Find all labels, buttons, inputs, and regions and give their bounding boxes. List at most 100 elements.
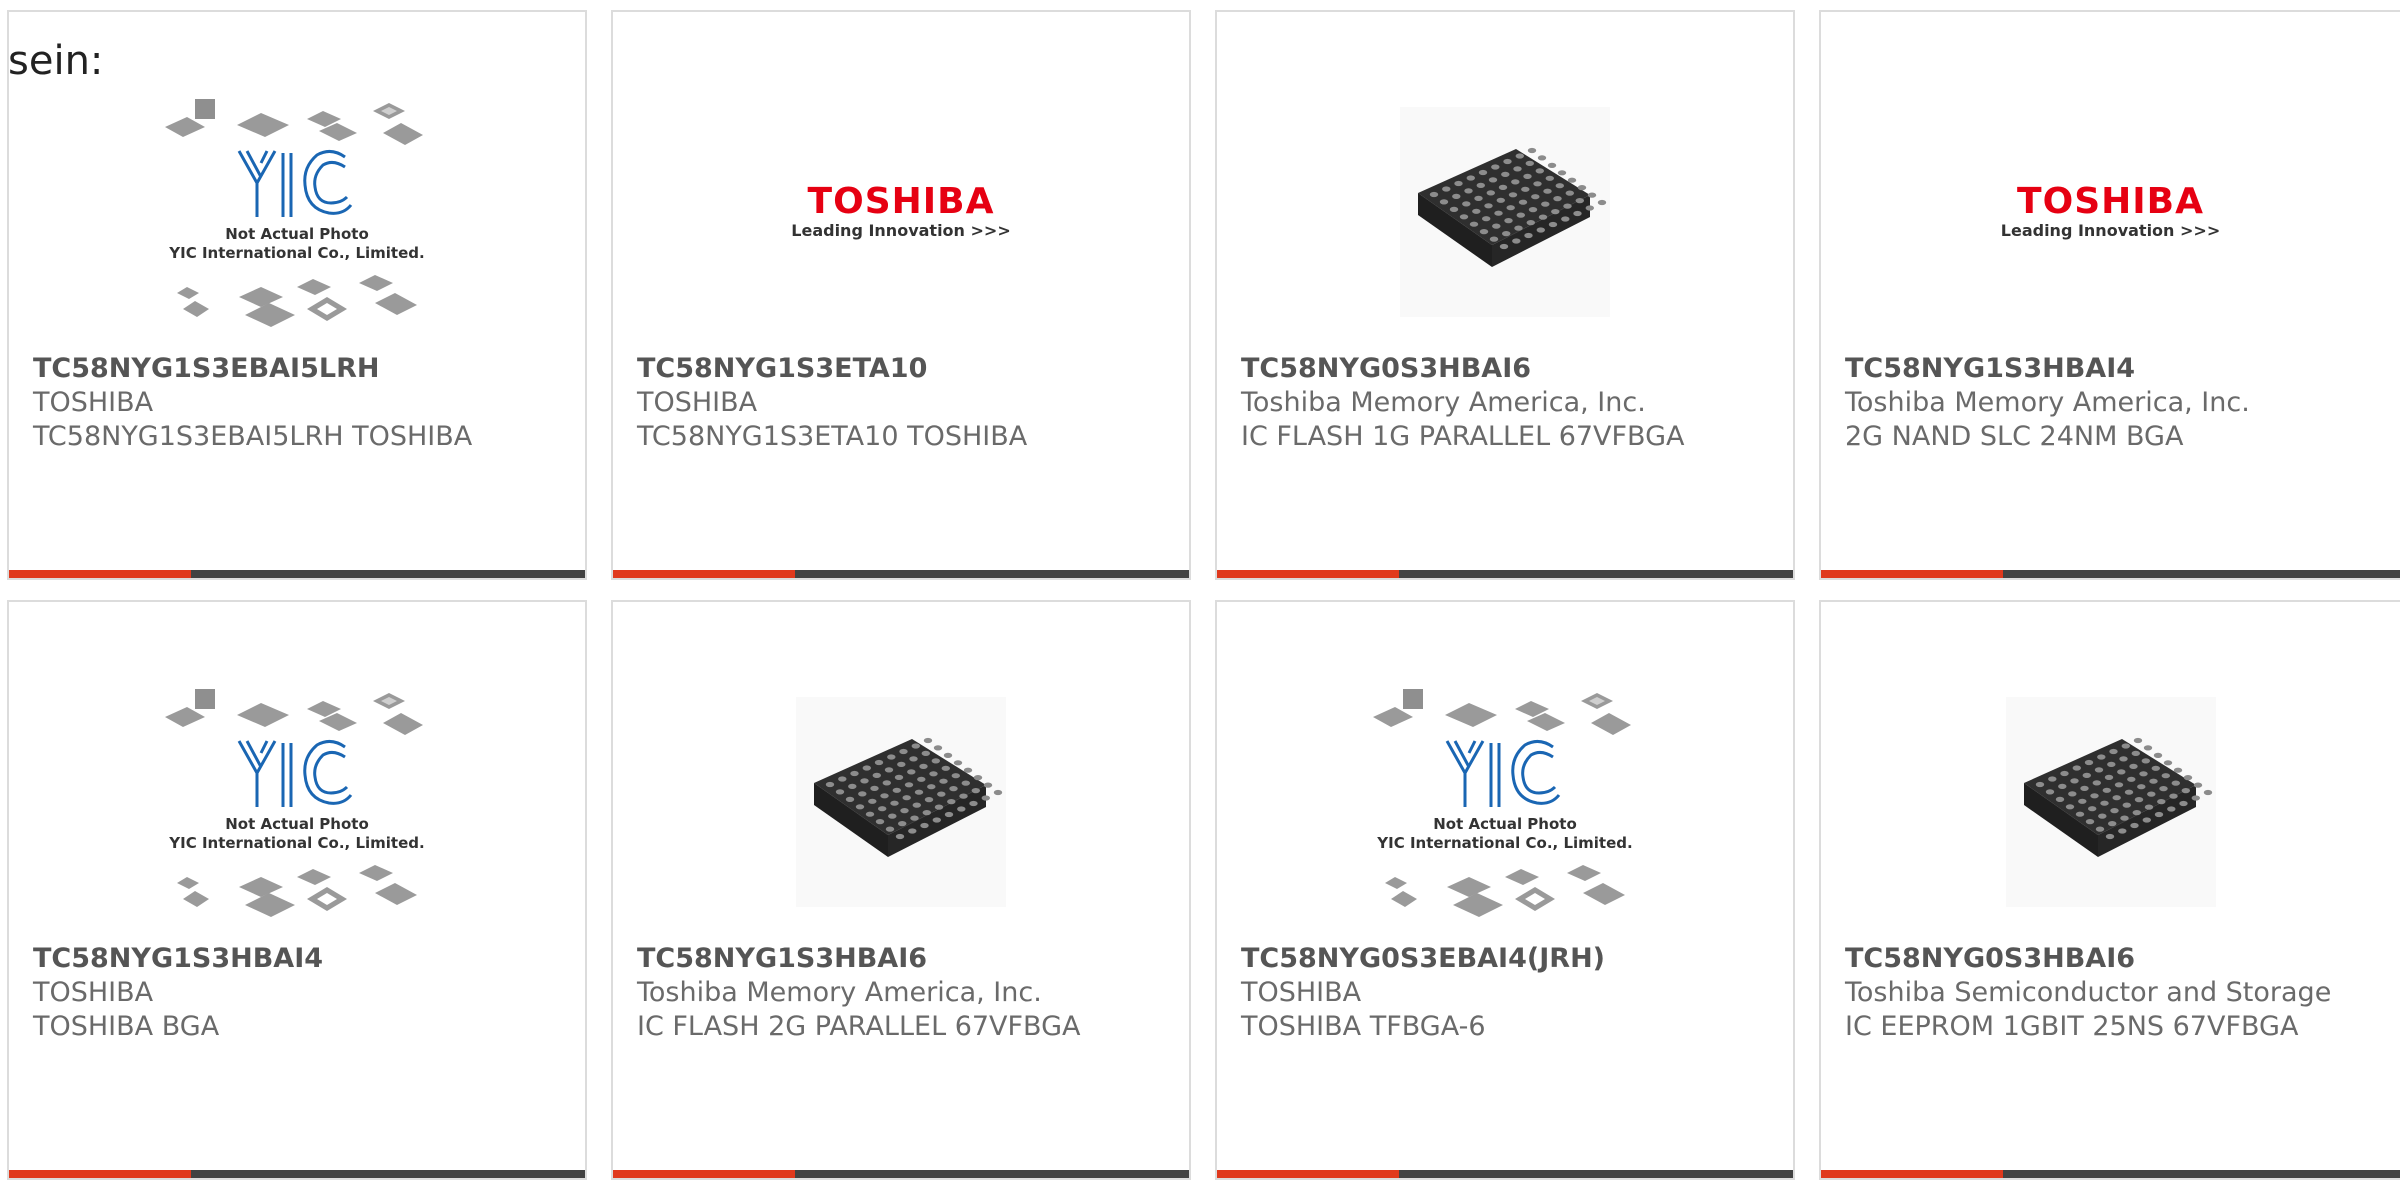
solder-ball [1491, 164, 1500, 170]
solder-ball [2193, 782, 2202, 788]
solder-ball [2085, 819, 2094, 825]
placeholder-caption-line1: Not Actual Photo [225, 225, 369, 243]
product-manufacturer: TOSHIBA [637, 387, 758, 418]
solder-ball [897, 761, 906, 767]
product-part-number[interactable]: TC58NYG1S3HBAI6 [637, 942, 1169, 976]
placeholder-caption-line2: YIC International Co., Limited. [1376, 834, 1632, 852]
solder-ball [2163, 760, 2172, 766]
intro-text: sein: [8, 38, 104, 84]
product-image[interactable]: TOSHIBA Leading Innovation >>> [1821, 67, 2400, 357]
product-image[interactable] [613, 657, 1189, 947]
solder-ball [1567, 177, 1577, 183]
solder-ball [2082, 772, 2091, 778]
card-bottom-bar [1217, 1170, 1793, 1178]
solder-ball [1516, 212, 1525, 218]
product-image[interactable]: Not Actual Photo YIC International Co., … [1217, 657, 1793, 947]
solder-ball [1502, 231, 1511, 237]
product-info: TC58NYG1S3EBAI5LRH TOSHIBA TC58NYG1S3EBAI5… [33, 352, 565, 454]
solder-ball [1479, 229, 1489, 235]
product-image[interactable]: Not Actual Photo YIC International Co., … [9, 657, 585, 947]
product-part-number[interactable]: TC58NYG1S3HBAI4 [33, 942, 565, 976]
solder-ball [880, 793, 889, 799]
solder-ball [1503, 158, 1512, 165]
solder-ball [2097, 813, 2106, 819]
solder-ball [884, 767, 894, 773]
solder-ball [1563, 203, 1572, 209]
solder-ball [914, 789, 924, 795]
solder-ball [895, 833, 905, 840]
solder-ball [2154, 811, 2163, 818]
solder-ball [872, 772, 881, 778]
product-part-number[interactable]: TC58NYG0S3EBAI4(JRH) [1241, 942, 1773, 976]
solder-ball [983, 782, 993, 788]
solder-ball [1472, 208, 1481, 214]
product-description: TC58NYG1S3ETA10 TOSHIBA [637, 421, 1028, 452]
product-card[interactable]: TC58NYG1S3HBAI6 Toshiba Memory America, I… [611, 600, 1191, 1180]
product-card[interactable]: TC58NYG0S3HBAI6 Toshiba Memory America, I… [1215, 10, 1795, 580]
product-card[interactable]: Not Actual Photo YIC International Co., … [7, 600, 587, 1180]
solder-ball [894, 774, 904, 780]
solder-ball [2136, 784, 2145, 790]
solder-ball [1527, 147, 1537, 154]
product-card[interactable]: Not Actual Photo YIC International Co., … [1215, 600, 1795, 1180]
solder-ball [957, 806, 966, 812]
product-manufacturer: Toshiba Memory America, Inc. [1845, 387, 2250, 418]
solder-ball [2168, 793, 2178, 799]
product-description: IC FLASH 2G PARALLEL 67VFBGA [637, 1011, 1081, 1042]
solder-ball [2065, 804, 2074, 810]
solder-ball [1531, 194, 1540, 200]
solder-ball [1538, 214, 1548, 220]
solder-ball [2112, 795, 2121, 801]
product-part-number[interactable]: TC58NYG1S3ETA10 [637, 352, 1169, 386]
solder-ball [907, 769, 916, 775]
solder-ball [2102, 787, 2111, 793]
yic-placeholder-image: Not Actual Photo YIC International Co., … [1373, 689, 1633, 917]
card-accent-bar [613, 570, 795, 578]
solder-ball [924, 797, 934, 803]
product-image[interactable]: TOSHIBA Leading Innovation >>> [613, 67, 1189, 357]
solder-ball [1496, 197, 1505, 203]
solder-ball [2117, 828, 2126, 834]
solder-ball [931, 758, 940, 764]
product-image[interactable] [1217, 67, 1793, 357]
solder-ball [2148, 778, 2158, 784]
yic-placeholder-image: Not Actual Photo YIC International Co., … [165, 689, 425, 917]
solder-ball [875, 819, 885, 825]
product-part-number[interactable]: TC58NYG1S3EBAI5LRH [33, 352, 565, 386]
product-description: IC EEPROM 1GBIT 25NS 67VFBGA [1845, 1011, 2299, 1042]
product-card[interactable]: TOSHIBA Leading Innovation >>> TC58NYG1S… [1819, 10, 2400, 580]
solder-ball [2094, 767, 2103, 773]
solder-ball [1449, 206, 1459, 212]
solder-ball [2107, 821, 2116, 827]
solder-ball [2141, 758, 2150, 764]
product-manufacturer: TOSHIBA [33, 387, 154, 418]
product-image[interactable]: Not Actual Photo YIC International Co., … [9, 67, 585, 357]
solder-ball [882, 780, 891, 786]
card-accent-bar [9, 1170, 191, 1178]
solder-ball [1533, 181, 1542, 187]
solder-ball [1553, 196, 1562, 202]
solder-ball [868, 798, 877, 804]
product-info: TC58NYG1S3ETA10 TOSHIBA TC58NYG1S3ETA10 TO… [637, 352, 1169, 454]
product-part-number[interactable]: TC58NYG0S3HBAI6 [1845, 942, 2380, 976]
product-part-number[interactable]: TC58NYG0S3HBAI6 [1241, 352, 1773, 386]
solder-ball [911, 743, 920, 749]
solder-ball [919, 763, 928, 769]
solder-ball [1464, 188, 1473, 194]
product-info: TC58NYG0S3EBAI4(JRH) TOSHIBA TOSHIBA TFBGA… [1241, 942, 1773, 1044]
product-image[interactable] [1821, 657, 2400, 947]
solder-ball [932, 817, 941, 823]
bga-chip-image [796, 697, 1006, 907]
solder-ball [2178, 800, 2188, 807]
solder-ball [2151, 765, 2160, 771]
product-part-number[interactable]: TC58NYG1S3HBAI4 [1845, 352, 2380, 386]
product-card[interactable]: Not Actual Photo YIC International Co., … [7, 10, 587, 580]
solder-ball [1504, 218, 1513, 224]
product-card[interactable]: TC58NYG0S3HBAI6 Toshiba Semiconductor and… [1819, 600, 2400, 1180]
solder-ball [885, 826, 895, 832]
card-accent-bar [613, 1170, 795, 1178]
product-card[interactable]: TOSHIBA Leading Innovation >>> TC58NYG1S… [611, 10, 1191, 580]
solder-ball [1512, 238, 1521, 244]
solder-ball [921, 750, 930, 756]
solder-ball [2133, 737, 2142, 744]
